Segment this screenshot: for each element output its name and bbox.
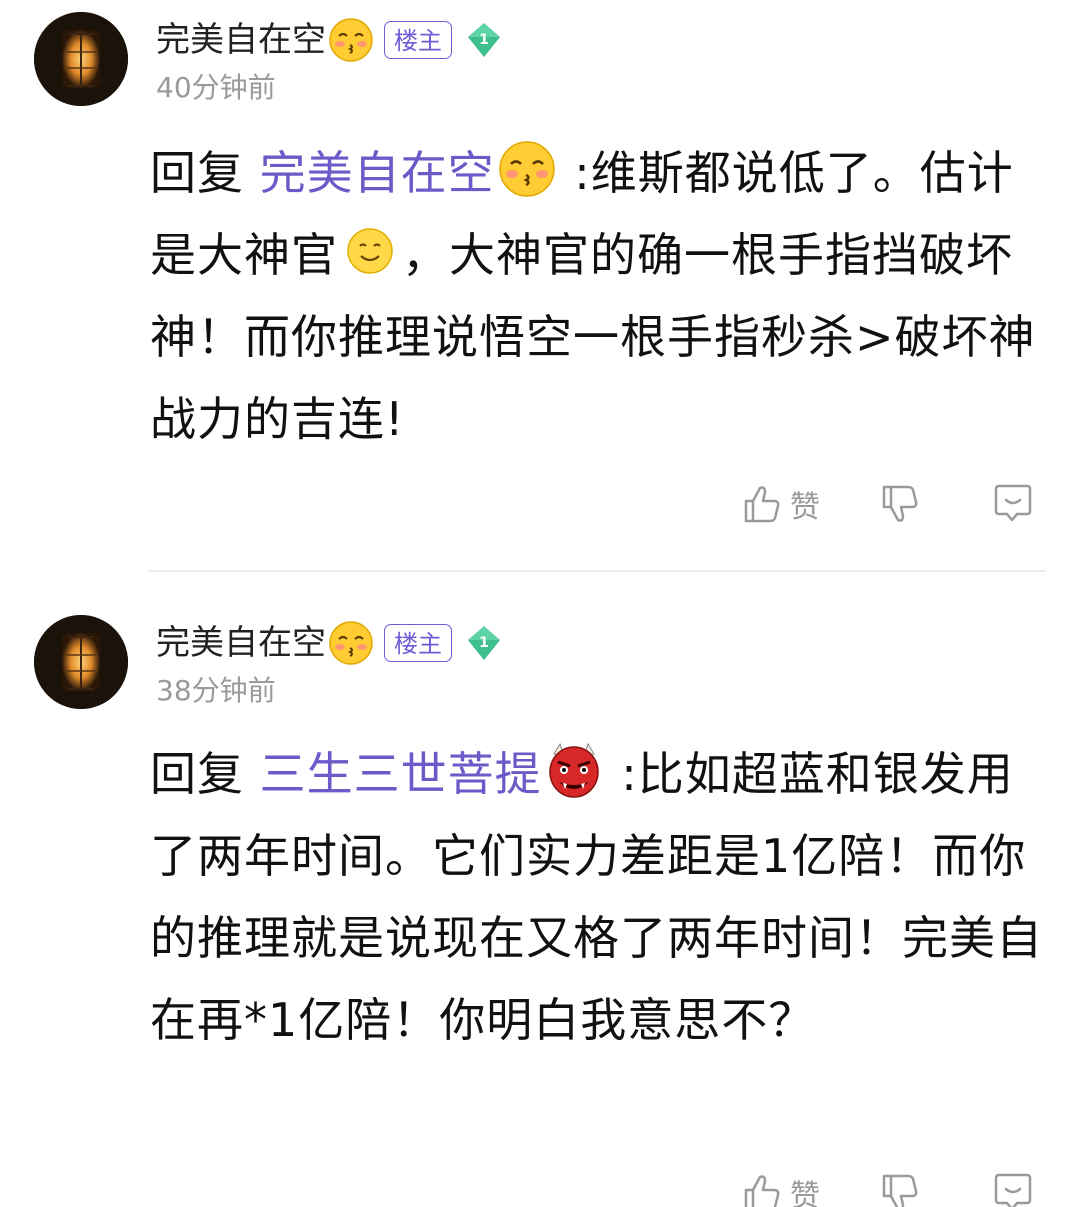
reply-to-user-link[interactable]: 完美自在空 [260,146,495,200]
user-meta-row: 完美自在空 楼主 1 [156,617,504,669]
thumbs-up-icon [744,1175,780,1207]
level-number: 1 [479,32,489,48]
comment-bubble-icon [994,484,1032,522]
level-badge-icon: 1 [468,23,500,57]
comment-thread: 完美自在空 楼主 1 40分钟前 回复 完美自在空:维斯都说低了。估计是大神官… [0,0,1080,1207]
post-time: 38分钟前 [156,674,276,707]
comment-body: 回复 三生三世菩提 :比如超蓝和银发用了两年时间。它们实力差距是1亿陪！而你的推… [150,733,1055,1061]
comment-item: 完美自在空 楼主 1 40分钟前 回复 完美自在空:维斯都说低了。估计是大神官… [0,0,1080,572]
avatar[interactable] [34,615,128,709]
user-meta-row: 完美自在空 楼主 1 [156,14,504,66]
thumbs-down-icon [882,1174,918,1207]
thumbs-down-icon [882,485,918,522]
dislike-button[interactable] [878,1170,924,1207]
like-label: 赞 [790,1179,820,1207]
like-button[interactable]: 赞 [740,1170,820,1207]
dislike-button[interactable] [878,481,924,527]
comment-actions: 赞 [740,1163,1036,1207]
kissing-face-icon [329,18,373,62]
comment-body: 回复 完美自在空 :维斯都说低了。估计是大神官 ，大神官的确一根手指挡破坏神！而… [150,132,1055,460]
username[interactable]: 完美自在空 [156,14,326,66]
like-label: 赞 [790,490,820,525]
username[interactable]: 完美自在空 [156,617,326,669]
post-time: 40分钟前 [156,71,276,104]
comment-item: 完美自在空 楼主 1 38分钟前 回复 三生三世菩提:比如超蓝和银发用了两年时… [0,603,1080,1207]
level-number: 1 [479,635,489,651]
reply-button[interactable] [990,1170,1036,1207]
divider [148,570,1046,572]
comment-bubble-icon [994,1173,1032,1207]
comment-actions: 赞 [740,474,1036,534]
like-button[interactable]: 赞 [740,481,820,527]
smiling-face-icon [347,228,393,274]
reply-to-user-link[interactable]: 三生三世菩提 [260,747,542,801]
avatar[interactable] [34,12,128,106]
level-badge-icon: 1 [468,626,500,660]
thumbs-up-icon [744,486,780,523]
reply-button[interactable] [990,481,1036,527]
reply-prefix: 回复 [150,146,260,200]
owner-badge: 楼主 [384,624,452,662]
reply-prefix: 回复 [150,747,260,801]
kissing-face-icon [498,141,555,197]
kissing-face-icon [329,621,373,665]
owner-badge: 楼主 [384,21,452,59]
red-ogre-icon [548,742,599,798]
